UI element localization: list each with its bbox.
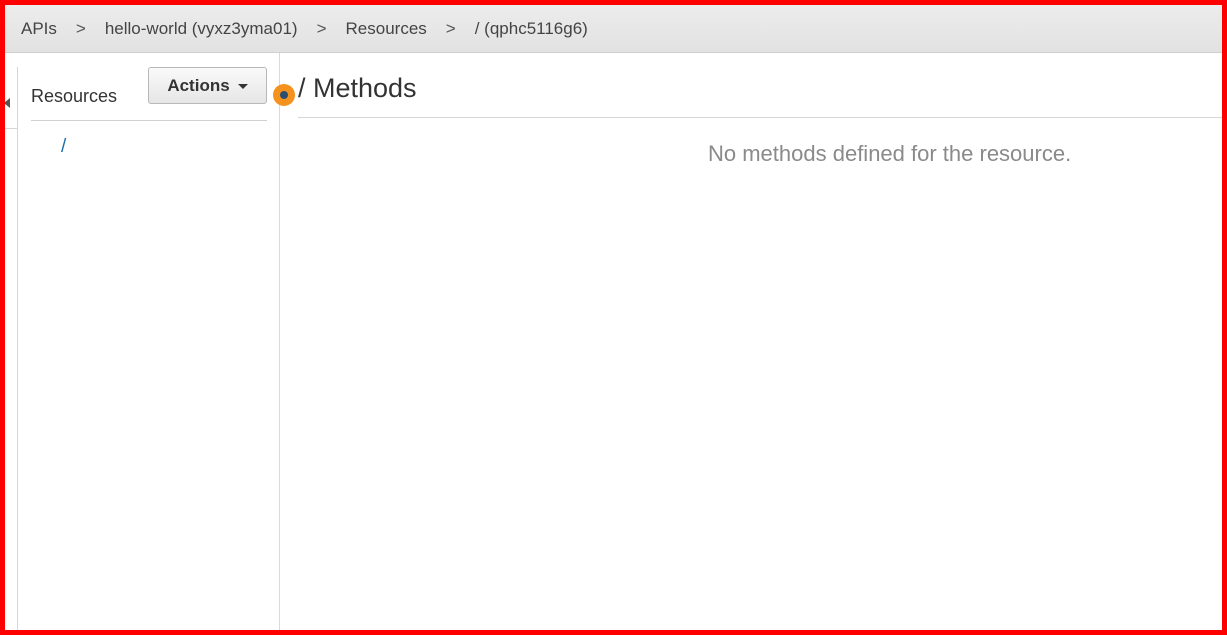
breadcrumb-separator: > xyxy=(445,18,456,38)
selected-resource-indicator-icon xyxy=(273,84,295,106)
breadcrumb-item-current-resource: / (qphc5116g6) xyxy=(474,18,588,38)
page-title: / Methods xyxy=(298,73,417,103)
breadcrumb-item-api[interactable]: hello-world (vyxz3yma01) xyxy=(105,19,298,39)
resources-panel-title: Resources xyxy=(31,86,118,106)
resources-panel: Resources Actions / xyxy=(18,53,280,630)
sidebar-collapse-toggle[interactable] xyxy=(5,67,18,129)
main-divider xyxy=(298,117,1222,118)
breadcrumb-item-apis[interactable]: APIs xyxy=(21,19,57,39)
app-frame: APIs > hello-world (vyxz3yma01) > Resour… xyxy=(0,0,1227,635)
breadcrumb-separator: > xyxy=(316,18,327,38)
left-gutter xyxy=(5,67,18,630)
breadcrumb-item-resources[interactable]: Resources xyxy=(346,19,427,39)
breadcrumb-separator: > xyxy=(75,18,86,38)
breadcrumb: APIs > hello-world (vyxz3yma01) > Resour… xyxy=(5,5,1222,53)
collapse-arrow-icon xyxy=(5,98,10,108)
actions-button-label: Actions xyxy=(167,75,230,95)
empty-methods-message: No methods defined for the resource. xyxy=(708,141,1072,166)
caret-down-icon xyxy=(237,84,248,89)
actions-dropdown-button[interactable]: Actions xyxy=(148,67,267,104)
resource-tree-item-root[interactable]: / xyxy=(61,136,66,158)
panel-divider xyxy=(31,120,267,121)
indicator-dot-inner xyxy=(280,91,288,99)
